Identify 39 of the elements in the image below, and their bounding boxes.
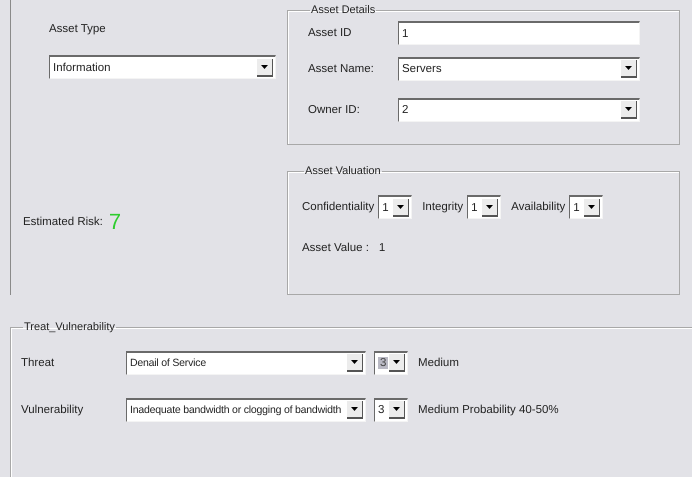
row-label: Vulnerability <box>21 404 84 416</box>
asset-type-dropdown[interactable]: Information <box>49 55 276 79</box>
dropdown-field[interactable]: Inadequate bandwidth or clogging of bandwidth <box>126 398 366 422</box>
rating-label: Availability <box>511 201 566 213</box>
dropdown-arrow-icon <box>351 407 358 411</box>
asset-type-label: Asset Type <box>49 23 107 35</box>
asset-valuation-title: Asset Valuation <box>304 165 382 177</box>
estimated-risk-value: 7 <box>108 209 122 235</box>
rating-description: Medium <box>418 356 459 368</box>
rating-dropdown[interactable]: 1 <box>569 195 604 219</box>
dropdown-arrow-icon <box>261 64 268 68</box>
rating-label: Integrity <box>422 201 464 213</box>
estimated-risk-label: Estimated Risk: <box>23 216 103 228</box>
asset-details-title: Asset Details <box>310 4 376 16</box>
rating-dropdown[interactable]: 1 <box>467 195 502 219</box>
rating-label: Confidentiality <box>302 201 374 213</box>
score-dropdown[interactable]: 3 <box>374 350 408 374</box>
dropdown-arrow-icon <box>625 66 632 70</box>
threat-vulnerability-title: Treat_Vulnerability <box>23 321 116 333</box>
dropdown-field[interactable]: Denail of Service <box>126 350 366 374</box>
asset-value-label: Asset Value : <box>302 242 369 254</box>
dropdown-arrow-icon <box>393 360 400 364</box>
field-label: Asset ID <box>308 27 352 39</box>
dropdown-field[interactable]: 2 <box>398 98 640 122</box>
field-label: Owner ID: <box>308 104 361 116</box>
score-dropdown[interactable]: 3 <box>374 398 408 422</box>
dropdown-arrow-icon <box>625 107 632 111</box>
asset-id-field[interactable]: 1 <box>398 21 640 45</box>
field-label: Asset Name: <box>308 62 375 74</box>
dropdown-arrow-icon <box>486 204 494 208</box>
rating-dropdown[interactable]: 1 <box>378 195 412 219</box>
dropdown-arrow-icon <box>397 204 404 208</box>
dropdown-field[interactable]: Servers <box>398 56 640 80</box>
dropdown-arrow-icon <box>393 407 400 411</box>
dropdown-arrow-icon <box>588 204 596 208</box>
dropdown-arrow-icon <box>351 360 358 364</box>
asset-value: 1 <box>378 242 386 254</box>
row-label: Threat <box>21 356 56 368</box>
rating-description: Medium Probability 40-50% <box>418 404 559 416</box>
